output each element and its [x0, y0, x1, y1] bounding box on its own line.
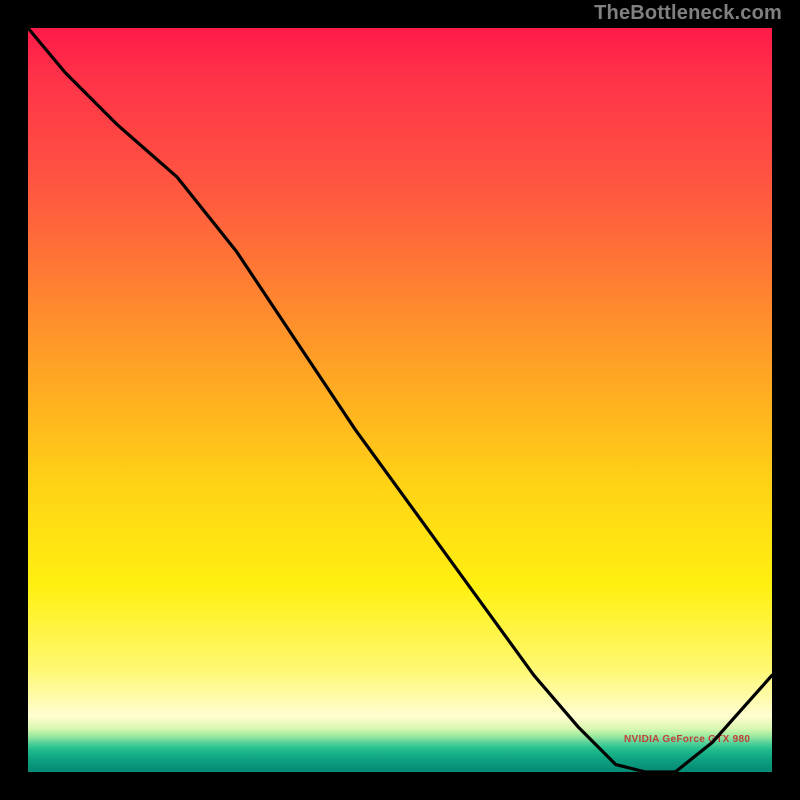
bottleneck-curve — [28, 28, 772, 772]
watermark-text: TheBottleneck.com — [594, 2, 782, 25]
plot-area: NVIDIA GeForce GTX 980 — [28, 28, 772, 772]
chart-frame: TheBottleneck.com NVIDIA GeForce GTX 980 — [0, 0, 800, 800]
curve-svg — [28, 28, 772, 772]
